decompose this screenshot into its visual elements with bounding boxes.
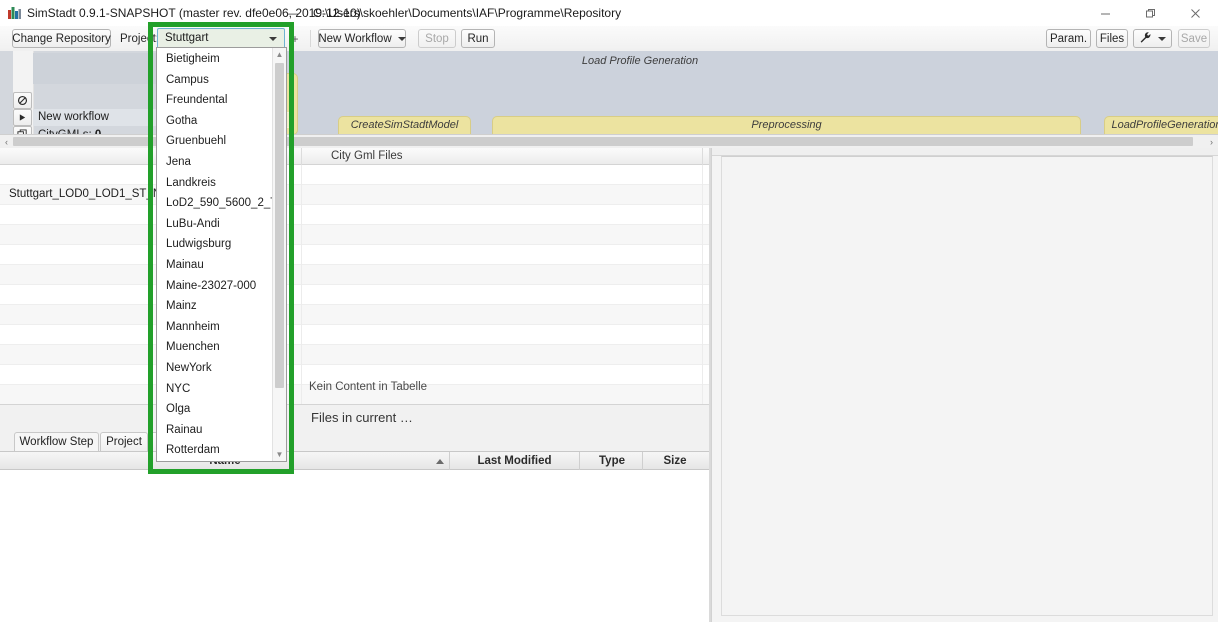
dropdown-scrollbar[interactable]: ▲ ▼ xyxy=(272,48,286,461)
dropdown-item[interactable]: Mainau xyxy=(157,255,275,276)
dropdown-item[interactable]: Maine-23027-000 xyxy=(157,276,275,297)
files-section-bar: Files in current … xyxy=(0,404,709,431)
files-column-type[interactable]: Type xyxy=(582,455,642,467)
workflow-group-title: LoadProfileGeneration xyxy=(1111,119,1218,131)
dropdown-item[interactable]: Gotha xyxy=(157,111,275,132)
project-combobox[interactable]: Stuttgart xyxy=(157,28,285,49)
param-button[interactable]: Param. xyxy=(1046,29,1091,48)
tab-project[interactable]: Project xyxy=(100,432,148,451)
header-divider[interactable] xyxy=(702,148,703,165)
scroll-thumb[interactable] xyxy=(275,63,284,388)
dropdown-item[interactable]: Bietigheim xyxy=(157,49,275,70)
new-workflow-button[interactable]: New Workflow xyxy=(318,29,406,48)
table-row[interactable] xyxy=(0,205,709,225)
dropdown-item[interactable]: Mannheim xyxy=(157,317,275,338)
run-button[interactable]: Run xyxy=(461,29,495,48)
table-row[interactable] xyxy=(0,165,709,185)
files-table-body[interactable] xyxy=(0,470,709,622)
column-divider xyxy=(301,165,302,404)
right-pane xyxy=(711,148,1218,622)
table-row[interactable] xyxy=(0,225,709,245)
app-title: SimStadt 0.9.1-SNAPSHOT (master rev. dfe… xyxy=(27,6,361,20)
project-label: Project: xyxy=(120,33,159,45)
new-workflow-label: New Workflow xyxy=(318,32,392,45)
simstadt-window: SimStadt 0.9.1-SNAPSHOT (master rev. dfe… xyxy=(0,0,1218,622)
dropdown-item[interactable]: Rainau xyxy=(157,420,275,441)
files-button[interactable]: Files xyxy=(1096,29,1128,48)
table-row[interactable] xyxy=(0,305,709,325)
dropdown-item[interactable]: Olga xyxy=(157,399,275,420)
restore-button[interactable] xyxy=(1128,0,1173,26)
header-divider[interactable] xyxy=(449,452,450,470)
dropdown-item[interactable]: Jena xyxy=(157,152,275,173)
repository-path: C:\Users\skoehler\Documents\IAF\Programm… xyxy=(313,6,622,20)
dropdown-item[interactable]: LuBu-Andi xyxy=(157,214,275,235)
dropdown-item[interactable]: Ludwigsburg xyxy=(157,234,275,255)
tools-button[interactable] xyxy=(1133,29,1172,48)
dropdown-item[interactable]: NewYork xyxy=(157,358,275,379)
header-divider[interactable] xyxy=(642,452,643,470)
run-workflow-button[interactable] xyxy=(13,109,32,126)
chevron-down-icon xyxy=(397,36,406,41)
dropdown-item[interactable]: Freundental xyxy=(157,90,275,111)
dropdown-item[interactable]: NYC xyxy=(157,379,275,400)
left-pane: City Gml Files Stuttgart_LOD0_LOD1_ST_Ne… xyxy=(0,148,709,622)
right-pane-content xyxy=(721,156,1213,616)
workflow-left-header xyxy=(33,53,159,84)
chevron-down-icon xyxy=(1158,36,1166,41)
files-column-size[interactable]: Size xyxy=(645,455,705,467)
citygml-table-header: City Gml Files xyxy=(0,148,709,165)
table-row[interactable]: Stuttgart_LOD0_LOD1_ST_NeueW xyxy=(0,185,709,205)
dropdown-item[interactable]: Landkreis xyxy=(157,173,275,194)
save-button[interactable]: Save xyxy=(1178,29,1210,48)
dropdown-item[interactable]: Mainz xyxy=(157,296,275,317)
table-row[interactable] xyxy=(0,345,709,365)
add-project-button[interactable]: + xyxy=(288,29,302,48)
header-divider[interactable] xyxy=(579,452,580,470)
sort-ascending-icon[interactable] xyxy=(436,459,444,464)
wrench-icon xyxy=(1139,31,1152,47)
title-separator: — xyxy=(287,6,299,20)
files-table-header: Name Last Modified Type Size xyxy=(0,451,709,470)
files-section-title: Files in current … xyxy=(311,410,413,425)
dropdown-item[interactable]: Campus xyxy=(157,70,275,91)
table-row[interactable] xyxy=(0,265,709,285)
scroll-left-icon[interactable]: ‹ xyxy=(1,136,12,147)
dropdown-item[interactable]: LoD2_590_5600_2_TH xyxy=(157,193,286,214)
right-pane-handle[interactable] xyxy=(712,148,1218,156)
dropdown-item[interactable]: Rotterdam xyxy=(157,440,275,461)
files-column-last-modified[interactable]: Last Modified xyxy=(452,455,577,467)
scroll-right-icon[interactable]: › xyxy=(1206,136,1217,147)
table-row[interactable] xyxy=(0,245,709,265)
close-button[interactable] xyxy=(1173,0,1218,26)
title-bar: SimStadt 0.9.1-SNAPSHOT (master rev. dfe… xyxy=(0,0,1218,27)
dropdown-item[interactable]: Muenchen xyxy=(157,337,275,358)
workflow-name-row[interactable]: New workflow xyxy=(33,109,160,126)
table-row[interactable] xyxy=(0,325,709,345)
tab-workflow-step[interactable]: Workflow Step xyxy=(14,432,99,451)
app-logo-icon xyxy=(7,5,22,20)
workflow-group-title: Preprocessing xyxy=(751,119,822,131)
table-row[interactable] xyxy=(0,285,709,305)
scroll-down-icon[interactable]: ▼ xyxy=(273,448,286,461)
project-combobox-value: Stuttgart xyxy=(165,32,209,44)
minimize-button[interactable] xyxy=(1083,0,1128,26)
dropdown-item[interactable]: Gruenbuehl xyxy=(157,131,275,152)
empty-table-message: Kein Content in Tabelle xyxy=(309,381,428,393)
toolbar-divider xyxy=(310,30,311,47)
scroll-up-icon[interactable]: ▲ xyxy=(273,48,286,61)
change-repository-button[interactable]: Change Repository xyxy=(12,29,111,48)
workflow-band-title: Load Profile Generation xyxy=(581,55,699,67)
project-dropdown-list[interactable]: Bietigheim Campus Freundental Gotha Grue… xyxy=(156,47,287,462)
column-divider xyxy=(702,165,703,404)
workflow-group-title: CreateSimStadtModel xyxy=(350,119,459,131)
header-divider[interactable] xyxy=(301,148,302,165)
chevron-down-icon xyxy=(269,37,277,41)
stop-button[interactable]: Stop xyxy=(418,29,456,48)
disable-workflow-button[interactable] xyxy=(13,92,32,109)
citygml-column-header[interactable]: City Gml Files xyxy=(331,150,403,162)
tab-bar: Workflow Step Project R xyxy=(0,429,709,451)
workflow-left-panel: New workflow CityGMLs: 0 xyxy=(0,51,160,143)
